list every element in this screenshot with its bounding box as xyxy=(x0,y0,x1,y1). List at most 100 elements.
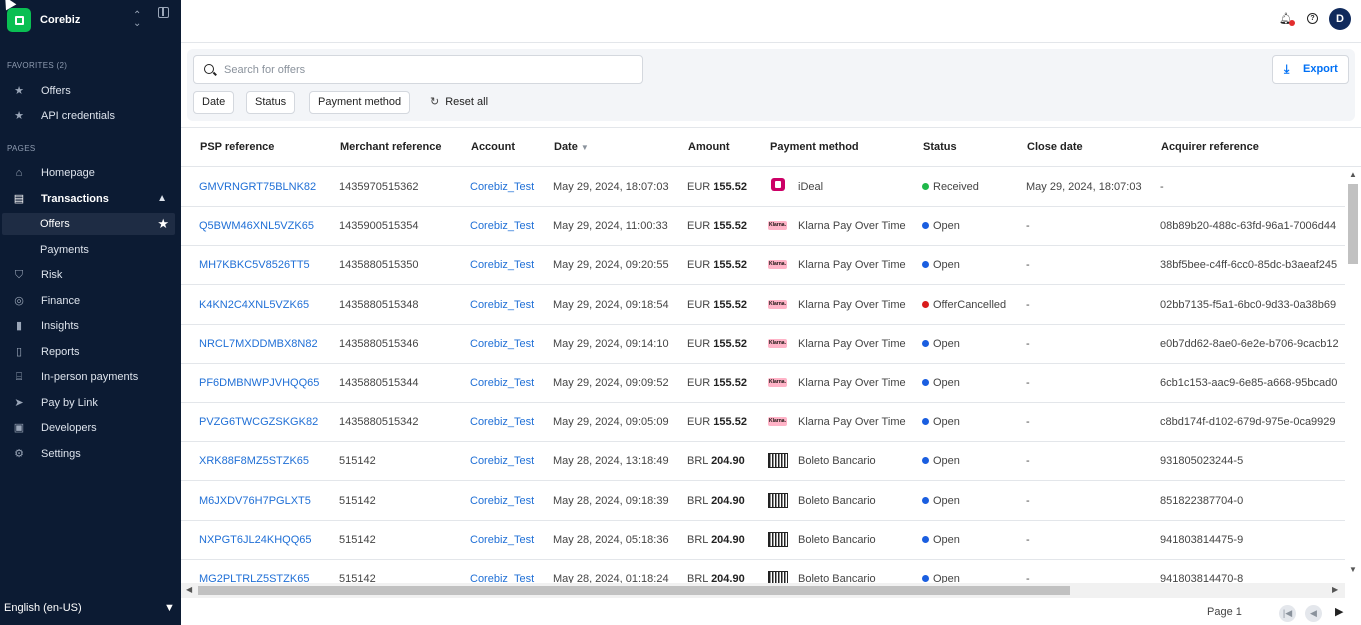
table-row[interactable]: M6JXDV76H7PGLXT5 515142 Corebiz_Test May 28… xyxy=(181,482,1346,521)
sidebar-item-in-person-payments[interactable]: ⌸ In-person payments xyxy=(0,366,181,388)
sidebar-item-developers[interactable]: ▣ Developers xyxy=(0,417,181,439)
next-page-button[interactable]: ▶ xyxy=(1335,605,1343,618)
table-row[interactable]: PVZG6TWCGZSKGK82 1435880515342 Corebiz_Tes… xyxy=(181,403,1346,443)
column-header-merchant-reference[interactable]: Merchant reference xyxy=(340,141,442,153)
favorite-item-offers[interactable]: ★ Offers xyxy=(0,80,181,102)
psp-reference-link[interactable]: M6JXDV76H7PGLXT5 xyxy=(199,495,311,507)
close-date-cell: - xyxy=(1026,533,1030,546)
status-dot xyxy=(922,300,929,308)
help-icon[interactable]: ? xyxy=(1307,13,1318,24)
sidebar-item-insights[interactable]: ▮ Insights xyxy=(0,315,181,337)
sidebar-item-reports[interactable]: ▯ Reports xyxy=(0,341,181,363)
amount-cell: EUR 155.52 xyxy=(687,181,747,193)
account-switcher[interactable]: Corebiz ⌃ ⌄ xyxy=(7,7,175,33)
search-input[interactable] xyxy=(224,61,624,79)
column-header-account[interactable]: Account xyxy=(471,141,515,153)
first-page-button[interactable]: |◀ xyxy=(1279,605,1296,622)
column-header-status[interactable]: Status xyxy=(923,141,957,153)
column-header-payment-method[interactable]: Payment method xyxy=(770,141,859,153)
table-row[interactable]: GMVRNGRT75BLNK82 1435970515362 Corebiz_Tes… xyxy=(181,168,1346,207)
account-link[interactable]: Corebiz_Test xyxy=(470,181,534,193)
psp-reference-link[interactable]: MH7KBKC5V8526TT5 xyxy=(199,259,310,271)
sidebar-item-label: Pay by Link xyxy=(41,397,98,409)
account-link[interactable]: Corebiz_Test xyxy=(470,573,534,583)
horizontal-scrollbar[interactable]: ◀ ▶ xyxy=(181,583,1345,598)
vertical-scrollbar[interactable]: ▲ ▼ xyxy=(1345,167,1361,583)
psp-reference-link[interactable]: K4KN2C4XNL5VZK65 xyxy=(199,299,309,311)
table-row[interactable]: Q5BWM46XNL5VZK65 1435900515354 Corebiz_Tes… xyxy=(181,207,1346,247)
star-icon[interactable]: ★ xyxy=(157,216,169,232)
column-header-close-date[interactable]: Close date xyxy=(1027,141,1083,153)
scroll-up-icon[interactable]: ▲ xyxy=(1349,170,1357,179)
column-header-amount[interactable]: Amount xyxy=(688,141,730,153)
psp-reference-link[interactable]: MG2PLTRLZ5STZK65 xyxy=(199,573,309,583)
collapse-sidebar-icon[interactable] xyxy=(158,7,169,18)
account-link[interactable]: Corebiz_Test xyxy=(470,377,534,389)
account-link[interactable]: Corebiz_Test xyxy=(470,220,534,232)
favorite-item-api-credentials[interactable]: ★ API credentials xyxy=(0,105,181,127)
payment-method-name: Boleto Bancario xyxy=(798,573,876,583)
amount-value: 204.90 xyxy=(711,455,745,468)
status-filter-button[interactable]: Status xyxy=(246,91,296,114)
column-header-date[interactable]: Date ▼ xyxy=(554,141,589,153)
payment-method-filter-button[interactable]: Payment method xyxy=(309,91,411,114)
scroll-right-icon[interactable]: ▶ xyxy=(1332,585,1338,594)
scroll-down-icon[interactable]: ▼ xyxy=(1349,565,1357,574)
amount-cell: EUR 155.52 xyxy=(687,299,747,311)
account-link[interactable]: Corebiz_Test xyxy=(470,534,534,546)
psp-reference-link[interactable]: PF6DMBNWPJVHQQ65 xyxy=(199,377,319,389)
reset-all-button[interactable]: ↻ Reset all xyxy=(430,91,488,114)
table-row[interactable]: XRK88F8MZ5STZK65 515142 Corebiz_Test May 28… xyxy=(181,442,1346,482)
sidebar-item-pay-by-link[interactable]: ➤ Pay by Link xyxy=(0,392,181,414)
table-row[interactable]: MG2PLTRLZ5STZK65 515142 Corebiz_Test May 28… xyxy=(181,560,1346,583)
psp-reference-link[interactable]: XRK88F8MZ5STZK65 xyxy=(199,455,309,467)
sidebar-item-label: Insights xyxy=(41,320,79,332)
table-row[interactable]: K4KN2C4XNL5VZK65 1435880515348 Corebiz_Tes… xyxy=(181,286,1346,325)
column-header-acquirer-reference[interactable]: Acquirer reference xyxy=(1161,141,1259,153)
sidebar-item-payments[interactable]: Payments xyxy=(0,239,181,261)
table-row[interactable]: PF6DMBNWPJVHQQ65 1435880515344 Corebiz_Tes… xyxy=(181,364,1346,403)
account-link[interactable]: Corebiz_Test xyxy=(470,455,534,467)
status-cell: Open xyxy=(922,573,960,583)
date-cell: May 28, 2024, 13:18:49 xyxy=(553,455,669,468)
status-cell: Open xyxy=(922,534,960,546)
avatar[interactable]: D xyxy=(1329,8,1351,30)
psp-reference-link[interactable]: GMVRNGRT75BLNK82 xyxy=(199,181,316,193)
amount-cell: EUR 155.52 xyxy=(687,259,747,271)
payment-method-name: Klarna Pay Over Time xyxy=(798,298,906,311)
date-filter-button[interactable]: Date xyxy=(193,91,235,114)
previous-page-button[interactable]: ◀ xyxy=(1305,605,1322,622)
sidebar-item-homepage[interactable]: ⌂ Homepage xyxy=(0,162,181,184)
psp-reference-link[interactable]: NXPGT6JL24KHQQ65 xyxy=(199,534,312,546)
table-icon: ▤ xyxy=(13,193,25,205)
scroll-left-icon[interactable]: ◀ xyxy=(186,585,192,594)
table-row[interactable]: MH7KBKC5V8526TT5 1435880515350 Corebiz_Tes… xyxy=(181,246,1346,286)
account-link[interactable]: Corebiz_Test xyxy=(470,259,534,271)
amount-value: 155.52 xyxy=(713,259,747,272)
account-link[interactable]: Corebiz_Test xyxy=(470,416,534,428)
sidebar-item-offers[interactable]: Offers ★ xyxy=(2,213,175,235)
export-button[interactable]: ⤓ Export xyxy=(1272,55,1349,84)
psp-reference-link[interactable]: NRCL7MXDDMBX8N82 xyxy=(199,338,318,350)
status-dot xyxy=(922,183,929,190)
language-selector[interactable]: English (en-US) xyxy=(4,602,82,614)
date-cell: May 28, 2024, 01:18:24 xyxy=(553,573,669,583)
chevron-down-icon[interactable]: ▼ xyxy=(164,602,175,614)
account-link[interactable]: Corebiz_Test xyxy=(470,495,534,507)
account-link[interactable]: Corebiz_Test xyxy=(470,338,534,350)
scroll-thumb[interactable] xyxy=(198,586,1070,595)
account-link[interactable]: Corebiz_Test xyxy=(470,299,534,311)
table-row[interactable]: NRCL7MXDDMBX8N82 1435880515346 Corebiz_Tes… xyxy=(181,325,1346,364)
sidebar-item-label: Transactions xyxy=(41,193,109,205)
sidebar-item-transactions[interactable]: ▤ Transactions ▲ xyxy=(0,188,181,210)
sidebar-item-risk[interactable]: ⛉ Risk xyxy=(0,264,181,286)
table-row[interactable]: NXPGT6JL24KHQQ65 515142 Corebiz_Test May 28… xyxy=(181,521,1346,560)
search-box[interactable] xyxy=(193,55,643,84)
psp-reference-link[interactable]: PVZG6TWCGZSKGK82 xyxy=(199,416,318,428)
column-header-psp-reference[interactable]: PSP reference xyxy=(200,141,274,153)
psp-reference-link[interactable]: Q5BWM46XNL5VZK65 xyxy=(199,220,314,232)
sidebar-item-finance[interactable]: ◎ Finance xyxy=(0,290,181,312)
amount-value: 155.52 xyxy=(713,337,747,350)
scroll-thumb[interactable] xyxy=(1348,184,1358,264)
sidebar-item-settings[interactable]: ⚙ Settings xyxy=(0,443,181,465)
